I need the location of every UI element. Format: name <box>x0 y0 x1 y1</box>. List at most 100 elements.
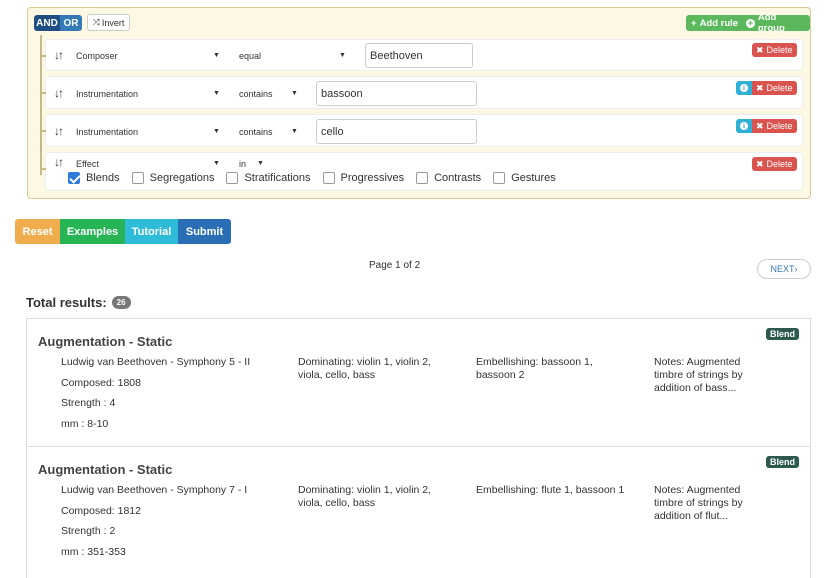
result-work: Ludwig van Beethoven - Symphony 7 - I <box>61 484 248 496</box>
rule-composer: ↓↑ Composer ▼ equal ▼ Beethoven ✖ Delete <box>40 39 803 71</box>
close-icon: ✖ <box>756 44 764 55</box>
rule-instrumentation: ↓↑ Instrumentation ▼ contains ▼ cello i … <box>40 114 803 147</box>
checkbox[interactable] <box>131 172 144 184</box>
result-strength: Strength : 4 <box>61 397 116 409</box>
checkbox[interactable] <box>416 172 429 184</box>
checkbox-label: Progressives <box>340 172 405 184</box>
operator-select[interactable]: contains <box>239 89 273 99</box>
result-composed: Composed: 1808 <box>61 377 141 389</box>
result-strength: Strength : 2 <box>61 525 116 537</box>
result-dominating: Dominating: violin 1, violin 2, viola, c… <box>298 484 432 509</box>
value-input[interactable]: cello <box>316 119 477 144</box>
checkbox-gestures[interactable]: Gestures <box>493 172 556 184</box>
delete-label: Delete <box>766 45 793 55</box>
result-work: Ludwig van Beethoven - Symphony 5 - II <box>61 356 251 368</box>
operator-select[interactable]: in <box>239 159 246 169</box>
result-dominating: Dominating: violin 1, violin 2, viola, c… <box>298 356 432 381</box>
result-measures: mm : 351-353 <box>61 546 126 558</box>
info-icon: i <box>740 84 748 92</box>
result-notes: Notes: Augmented timbre of strings by ad… <box>654 356 743 394</box>
delete-button[interactable]: ✖ Delete <box>752 157 797 171</box>
invert-label: Invert <box>101 17 125 28</box>
result-card[interactable]: Augmentation - Static Blend Ludwig van B… <box>27 446 810 573</box>
result-title[interactable]: Augmentation - Static <box>38 334 172 349</box>
result-notes: Notes: Augmented timbre of strings by ad… <box>654 484 743 522</box>
result-card[interactable]: Augmentation - Static Blend Ludwig van B… <box>27 319 810 446</box>
result-title[interactable]: Augmentation - Static <box>38 462 172 477</box>
or-button[interactable]: OR <box>60 15 82 31</box>
delete-label: Delete <box>766 121 793 131</box>
total-results: Total results: 26 <box>26 295 131 310</box>
checkbox-label: Stratifications <box>244 172 311 184</box>
effect-badge: Blend <box>765 456 799 468</box>
sort-drag-icon[interactable]: ↓↑ <box>54 86 64 100</box>
reset-button[interactable]: Reset <box>15 219 60 244</box>
checkbox-checked[interactable] <box>68 172 80 184</box>
delete-button[interactable]: ✖ Delete <box>752 119 797 133</box>
caret-down-icon: ▼ <box>291 128 298 135</box>
checkbox-label: Blends <box>86 172 120 184</box>
add-rule-label: Add rule <box>699 17 739 29</box>
result-composed: Composed: 1812 <box>61 505 141 517</box>
caret-down-icon: ▼ <box>291 90 298 97</box>
operator-select[interactable]: equal <box>239 51 261 61</box>
checkbox-progressives[interactable]: Progressives <box>322 172 405 184</box>
sort-drag-icon[interactable]: ↓↑ <box>54 124 64 138</box>
caret-down-icon: ▼ <box>213 160 220 167</box>
checkbox[interactable] <box>226 172 239 184</box>
info-button[interactable]: i <box>736 119 752 133</box>
chevron-right-icon: › <box>794 264 798 274</box>
checkbox-blends[interactable]: Blends <box>68 172 120 184</box>
caret-down-icon: ▼ <box>213 90 220 97</box>
field-select[interactable]: Instrumentation <box>76 127 138 137</box>
info-icon: i <box>740 122 748 130</box>
total-results-label: Total results: <box>26 295 107 310</box>
close-icon: ✖ <box>756 82 764 93</box>
delete-button[interactable]: ✖ Delete <box>752 43 797 57</box>
checkbox[interactable] <box>493 172 506 184</box>
effect-checkbox-group: Blends Segregations Stratifications Prog… <box>68 172 568 184</box>
checkbox-stratifications[interactable]: Stratifications <box>226 172 311 184</box>
field-select[interactable]: Composer <box>76 51 118 61</box>
field-select[interactable]: Instrumentation <box>76 89 138 99</box>
add-rule-button[interactable]: + Add rule <box>686 15 744 31</box>
sort-drag-icon[interactable]: ↓↑ <box>54 48 64 62</box>
next-page-button[interactable]: NEXT › <box>757 259 811 279</box>
result-measures: mm : 8-10 <box>61 418 109 430</box>
examples-button[interactable]: Examples <box>60 219 125 244</box>
results-list: Augmentation - Static Blend Ludwig van B… <box>26 318 811 578</box>
checkbox[interactable] <box>322 172 335 184</box>
checkbox-label: Segregations <box>149 172 215 184</box>
effect-badge: Blend <box>765 328 799 340</box>
submit-button[interactable]: Submit <box>178 219 231 244</box>
query-builder: AND OR ⤨ Invert + Add rule + Add group ↓… <box>27 7 811 199</box>
shuffle-icon: ⤨ <box>92 17 100 27</box>
caret-down-icon: ▼ <box>213 52 220 59</box>
delete-label: Delete <box>766 159 793 169</box>
close-icon: ✖ <box>756 158 764 169</box>
invert-button[interactable]: ⤨ Invert <box>87 14 130 31</box>
plus-circle-icon: + <box>746 17 755 28</box>
page-indicator: Page 1 of 2 <box>369 260 421 271</box>
caret-down-icon: ▼ <box>257 160 264 167</box>
checkbox-segregations[interactable]: Segregations <box>131 172 215 184</box>
result-embellishing: Embellishing: bassoon 1, bassoon 2 <box>476 356 593 381</box>
value-input[interactable]: bassoon <box>316 81 477 106</box>
checkbox-label: Contrasts <box>434 172 482 184</box>
add-group-button[interactable]: + Add group <box>741 12 810 34</box>
value-input[interactable]: Beethoven <box>365 43 473 68</box>
checkbox-label: Gestures <box>511 172 556 184</box>
close-icon: ✖ <box>756 120 764 131</box>
info-button[interactable]: i <box>736 81 752 95</box>
sort-drag-icon[interactable]: ↓↑ <box>54 155 64 169</box>
tutorial-button[interactable]: Tutorial <box>125 219 178 244</box>
checkbox-contrasts[interactable]: Contrasts <box>416 172 481 184</box>
delete-button[interactable]: ✖ Delete <box>752 81 797 95</box>
caret-down-icon: ▼ <box>339 52 346 59</box>
and-button[interactable]: AND <box>34 15 60 31</box>
rule-effect: ↓↑ Effect ▼ in ▼ ✖ Delete Blends Segrega… <box>40 152 803 191</box>
field-select[interactable]: Effect <box>76 159 99 169</box>
next-label: NEXT <box>770 264 795 274</box>
operator-select[interactable]: contains <box>239 127 273 137</box>
plus-icon: + <box>691 17 697 29</box>
